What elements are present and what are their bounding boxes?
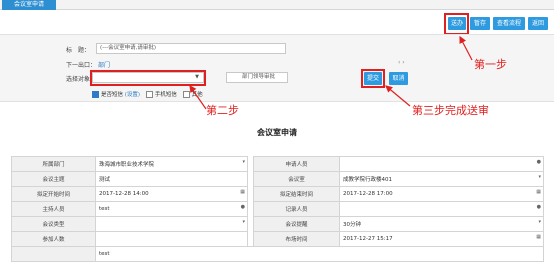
setup-time-field[interactable]: 2017-12-27 15:17 ▦ (339, 231, 544, 247)
table-row: 拟定开始时间 2017-12-28 14:00 ▦ 拟定结束时间 2017-12-… (11, 186, 544, 202)
dropdown-icon[interactable]: ▾ (242, 219, 245, 225)
user-picker-icon[interactable]: ● (537, 159, 541, 165)
calendar-icon[interactable]: ▦ (536, 189, 541, 195)
label-attendees: 参加人数 (11, 231, 96, 247)
table-row: 参加人数 布场时间 2017-12-27 15:17 ▦ (11, 231, 544, 247)
label-end-time: 拟定结束时间 (253, 186, 340, 202)
room-field[interactable]: 成教学院行政楼401 ▾ (339, 171, 544, 187)
meeting-type-field[interactable]: ▾ (95, 216, 248, 232)
dropdown-icon[interactable]: ▾ (538, 219, 541, 225)
end-time-field[interactable]: 2017-12-28 17:00 ▦ (339, 186, 544, 202)
label-extra (11, 246, 96, 262)
table-row: test (11, 246, 544, 262)
dropdown-icon[interactable]: ▾ (242, 159, 245, 165)
document-title: 会议室申请 (257, 128, 297, 137)
calendar-icon[interactable]: ▦ (240, 189, 245, 195)
table-row: 所属部门 珠海城市职业技术学院 ▾ 申请人员 ● (11, 156, 544, 172)
table-row: 会议主题 测试 会议室 成教学院行政楼401 ▾ (11, 171, 544, 187)
label-setup-time: 布场时间 (253, 231, 340, 247)
host-field[interactable]: test ● (95, 201, 248, 217)
applicant-field[interactable]: ● (339, 156, 544, 172)
step1-annotation: 第一步 (474, 58, 507, 71)
label-start-time: 拟定开始时间 (11, 186, 96, 202)
reminder-field[interactable]: 30分钟 ▾ (339, 216, 544, 232)
label-recorder: 记录人员 (253, 201, 340, 217)
notes-field[interactable]: test (95, 246, 544, 262)
label-topic: 会议主题 (11, 171, 96, 187)
department-field[interactable]: 珠海城市职业技术学院 ▾ (95, 156, 248, 172)
label-room: 会议室 (253, 171, 340, 187)
label-reminder: 会议提醒 (253, 216, 340, 232)
table-row: 会议类型 ▾ 会议提醒 30分钟 ▾ (11, 216, 544, 232)
attendees-field[interactable] (95, 231, 248, 247)
user-picker-icon[interactable]: ● (241, 204, 245, 210)
label-host: 主持人员 (11, 201, 96, 217)
recorder-field[interactable]: ● (339, 201, 544, 217)
label-department: 所属部门 (11, 156, 96, 172)
start-time-field[interactable]: 2017-12-28 14:00 ▦ (95, 186, 248, 202)
step3-annotation: 第三步完成送审 (412, 104, 489, 117)
label-applicant: 申请人员 (253, 156, 340, 172)
table-row: 主持人员 test ● 记录人员 ● (11, 201, 544, 217)
meeting-form-table: 所属部门 珠海城市职业技术学院 ▾ 申请人员 ● 会议主题 测试 会议室 成教学院… (11, 156, 544, 262)
label-meeting-type: 会议类型 (11, 216, 96, 232)
user-picker-icon[interactable]: ● (537, 204, 541, 210)
dropdown-icon[interactable]: ▾ (538, 174, 541, 180)
step2-annotation: 第二步 (206, 104, 239, 117)
topic-field[interactable]: 测试 (95, 171, 248, 187)
calendar-icon[interactable]: ▦ (536, 234, 541, 240)
